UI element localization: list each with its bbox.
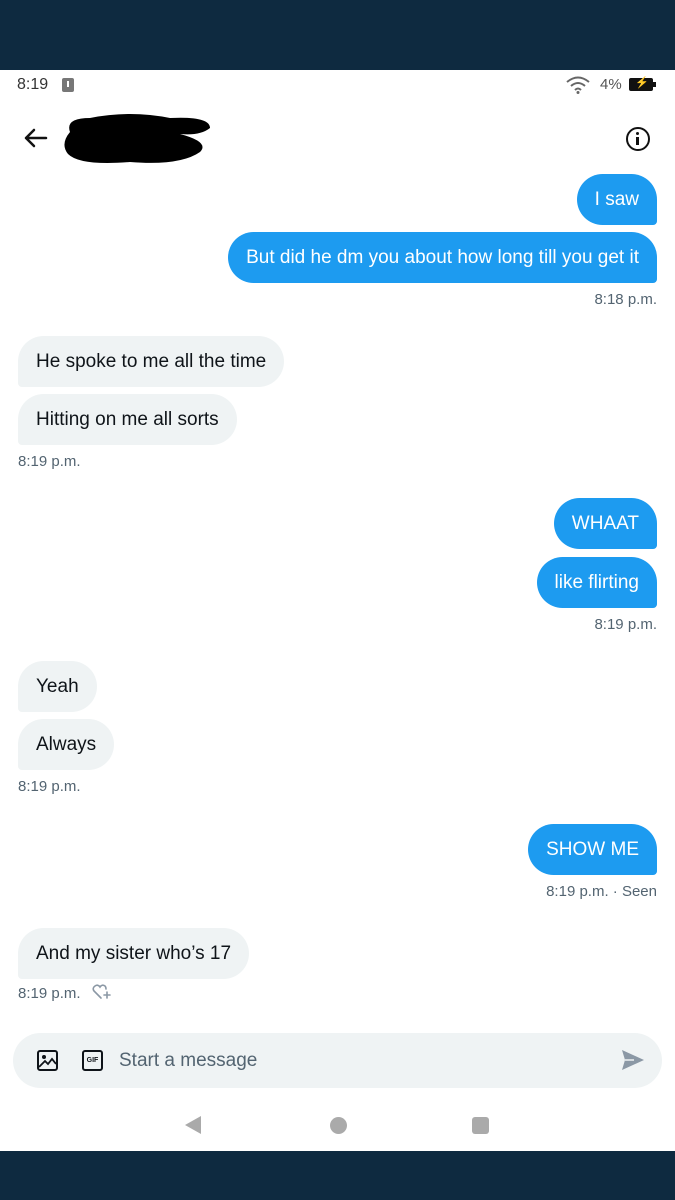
- redacted-contact-name: [64, 114, 210, 163]
- android-nav-bar: [0, 1105, 675, 1145]
- message-composer: GIF: [13, 1033, 662, 1088]
- message-timestamp: 8:18 p.m.: [594, 291, 657, 308]
- nav-recents-icon[interactable]: [472, 1117, 489, 1134]
- nav-back-icon[interactable]: [185, 1116, 201, 1134]
- gif-icon[interactable]: GIF: [82, 1050, 103, 1071]
- charging-bolt-icon: ⚡: [635, 77, 649, 89]
- send-icon[interactable]: [620, 1048, 646, 1072]
- image-icon[interactable]: [37, 1050, 58, 1071]
- message-timestamp: 8:19 p.m.: [18, 985, 81, 1002]
- message-bubble-outgoing: SHOW ME: [528, 824, 657, 875]
- message-bubble-outgoing: I saw: [576, 174, 657, 225]
- wifi-icon: [566, 76, 590, 94]
- message-timestamp: 8:19 p.m.: [18, 453, 81, 470]
- message-timestamp: 8:19 p.m.: [18, 778, 81, 795]
- message-timestamp-seen: 8:19 p.m. · Seen: [546, 883, 657, 900]
- message-input[interactable]: [119, 1033, 599, 1088]
- status-time: 8:19: [17, 76, 49, 93]
- nav-home-icon[interactable]: [330, 1117, 347, 1134]
- message-bubble-outgoing: WHAAT: [553, 498, 657, 549]
- message-timestamp: 8:19 p.m.: [594, 616, 657, 633]
- message-bubble-incoming: Hitting on me all sorts: [18, 394, 237, 445]
- back-arrow-icon[interactable]: [22, 126, 52, 150]
- info-icon[interactable]: [626, 127, 650, 151]
- dm-screen: 8:19 4% ⚡ I saw But did he dm you about …: [0, 70, 675, 1151]
- status-bar: 8:19 4% ⚡: [0, 70, 675, 100]
- message-bubble-incoming: He spoke to me all the time: [18, 336, 285, 387]
- add-reaction-icon[interactable]: [92, 984, 112, 1000]
- conversation-header: [0, 110, 675, 170]
- message-bubble-incoming: And my sister who’s 17: [18, 928, 250, 979]
- download-icon: [62, 78, 74, 92]
- message-bubble-incoming: Yeah: [18, 661, 97, 712]
- message-bubble-outgoing: like flirting: [536, 557, 657, 608]
- message-bubble-outgoing: But did he dm you about how long till yo…: [228, 232, 657, 283]
- battery-percent: 4%: [600, 76, 622, 93]
- message-bubble-incoming: Always: [18, 719, 115, 770]
